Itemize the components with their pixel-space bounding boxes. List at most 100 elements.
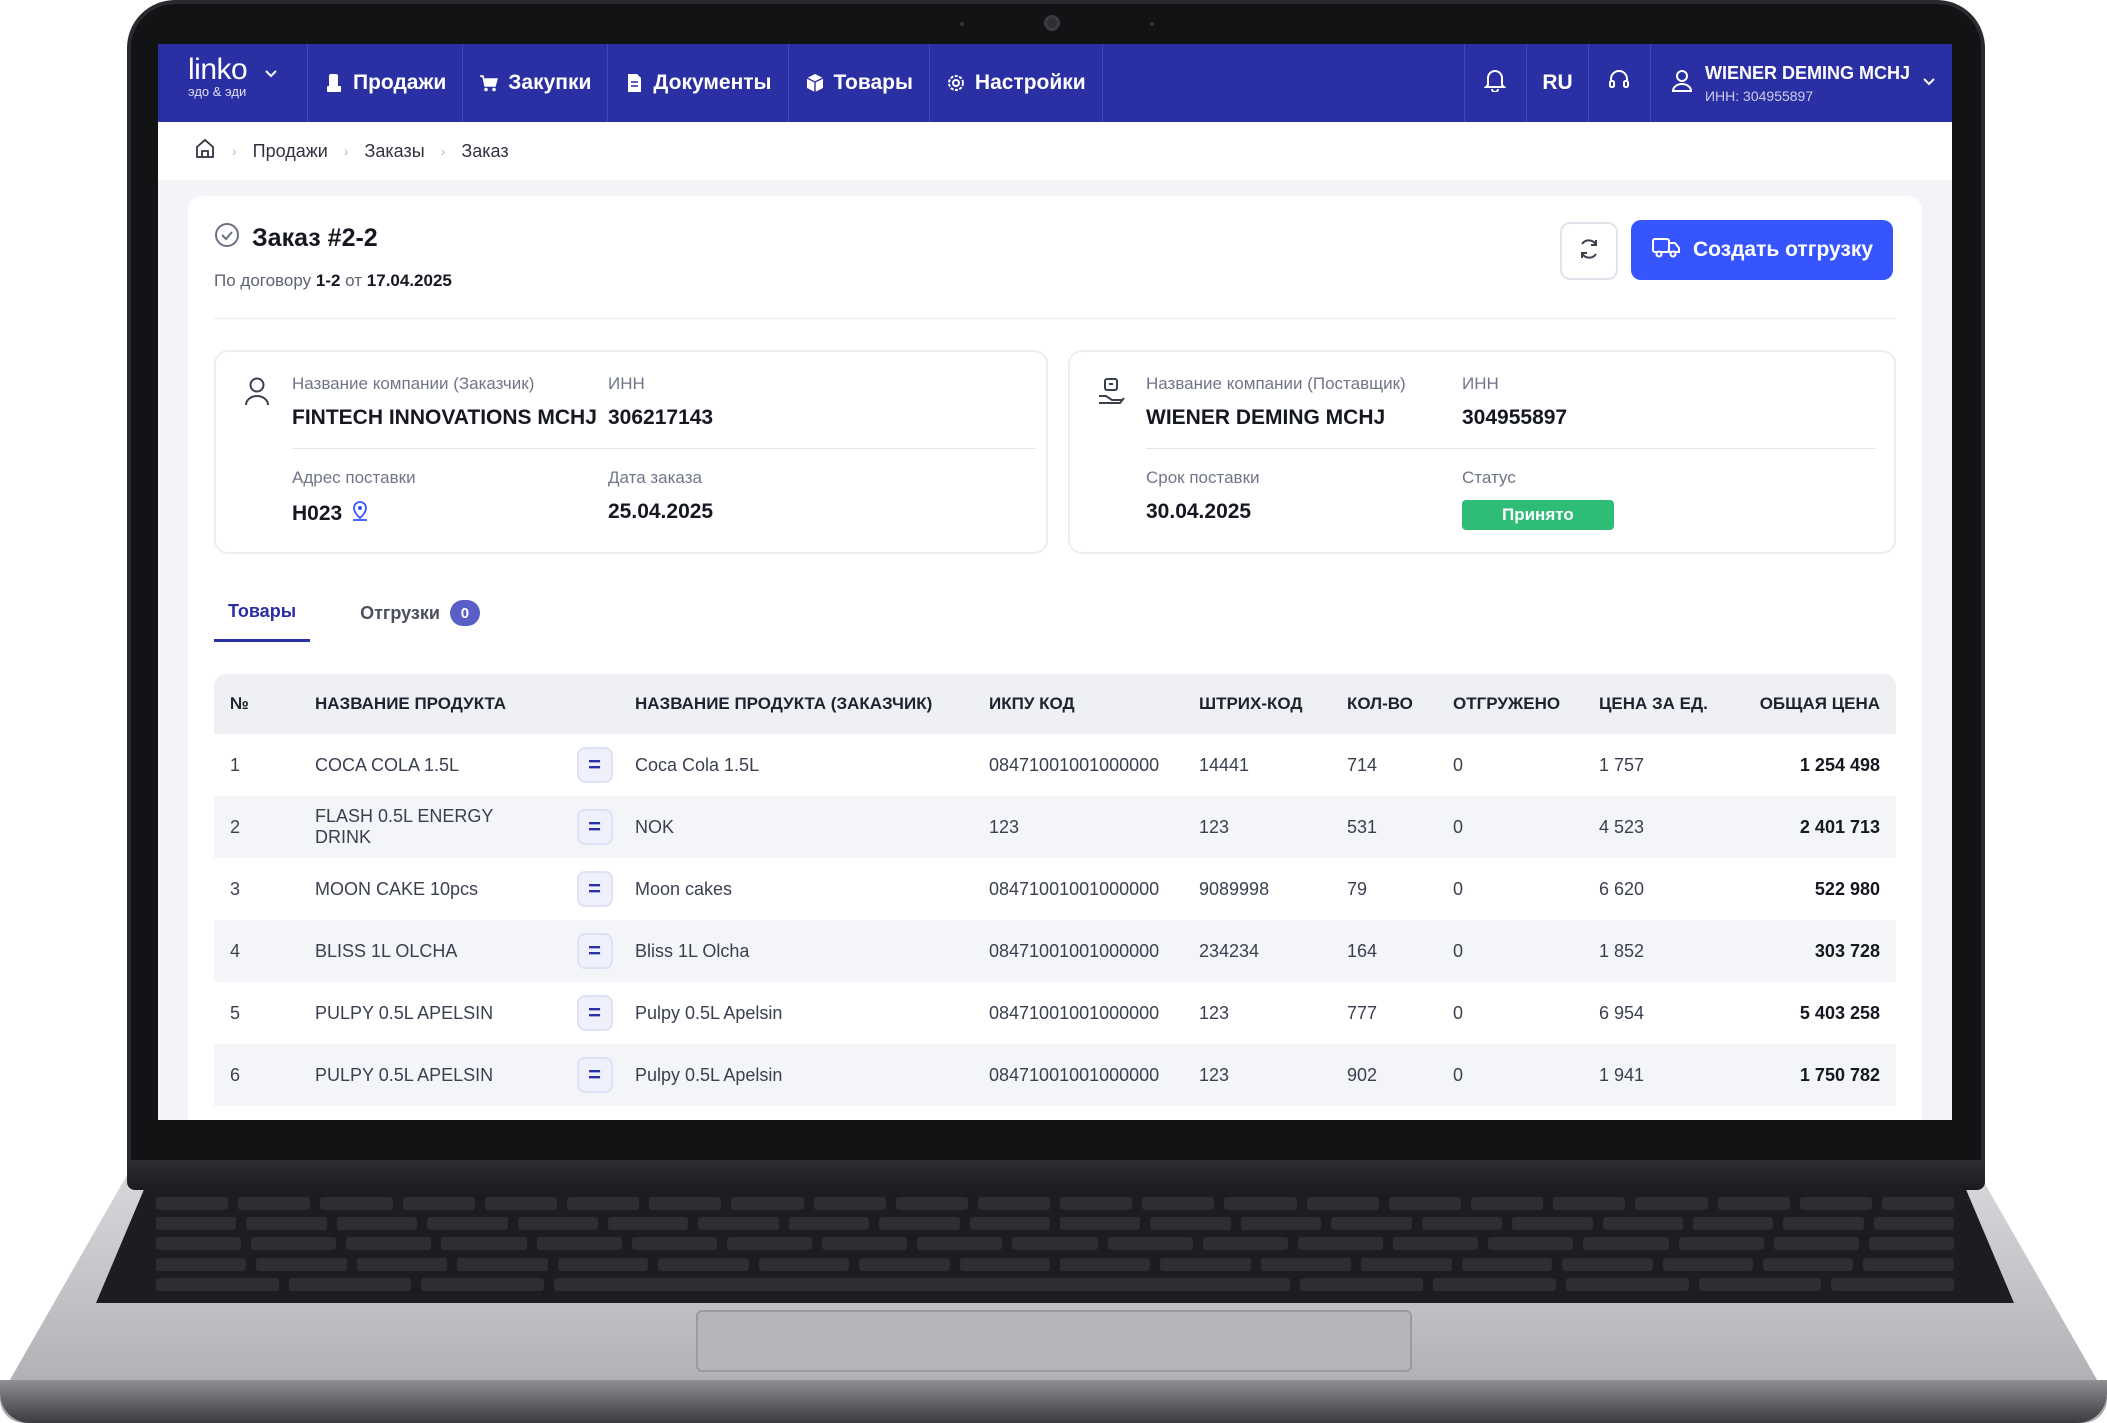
nav-item-label: Продажи [353, 71, 447, 94]
cell-shipped: 0 [1453, 1002, 1464, 1023]
cell-shipped: 0 [1453, 878, 1464, 899]
cell-customer-name: Bliss 1L Olcha [635, 940, 750, 961]
delivery-term: 30.04.2025 [1146, 500, 1252, 523]
table-row[interactable]: 6 PULPY 0.5L APELSIN = Pulpy 0.5L Apelsi… [214, 1044, 1896, 1106]
supplier-info: Название компании (Поставщик) WIENER DEM… [1068, 350, 1896, 554]
nav-item-goods[interactable]: Товары [789, 44, 930, 122]
map-pin-icon[interactable] [350, 500, 370, 528]
status-badge: Принято [1462, 500, 1614, 530]
equals-match-icon[interactable]: = [576, 747, 613, 783]
cell-ikpu: 08471001001000000 [989, 1002, 1160, 1023]
chevron-down-icon [264, 66, 278, 84]
cell-name: MOON CAKE 10pcs [315, 878, 479, 899]
user-menu[interactable]: WIENER DEMING MCHJ ИНН: 304955897 [1649, 44, 1952, 122]
breadcrumb-orders[interactable]: Заказы [365, 141, 425, 162]
products-table: № НАЗВАНИЕ ПРОДУКТА НАЗВАНИЕ ПРОДУКТА (З… [214, 674, 1896, 1106]
nav-item-sales[interactable]: Продажи [308, 44, 464, 122]
delivery-address-field: Адрес поставки H023 [292, 468, 416, 528]
tabs: Товары Отгрузки 0 [214, 594, 494, 642]
cell-barcode: 123 [1199, 1002, 1230, 1023]
nav-item-documents[interactable]: Документы [608, 44, 789, 122]
cell-customer-name: Pulpy 0.5L Apelsin [635, 1002, 783, 1023]
chevron-right-icon: › [440, 143, 446, 159]
nav-item-settings[interactable]: Настройки [930, 44, 1103, 122]
column-header-barcode: ШТРИХ-КОД [1199, 694, 1303, 713]
sensor-dot [1150, 22, 1154, 26]
table-row[interactable]: 3 MOON CAKE 10pcs = Moon cakes 084710010… [214, 858, 1896, 920]
headset-icon [1607, 68, 1631, 98]
check-circle-icon [214, 222, 240, 255]
trackpad [696, 1310, 1412, 1372]
cell-shipped: 0 [1453, 754, 1464, 775]
cell-ikpu: 08471001001000000 [989, 878, 1160, 899]
equals-match-icon[interactable]: = [576, 1057, 613, 1093]
status-field: Статус Принято [1462, 468, 1614, 530]
column-header-qty: КОЛ-ВО [1347, 694, 1413, 713]
field-label: Дата заказа [608, 468, 702, 487]
table-row[interactable]: 5 PULPY 0.5L APELSIN = Pulpy 0.5L Apelsi… [214, 982, 1896, 1044]
refresh-button[interactable] [1560, 222, 1618, 280]
table-row[interactable]: 4 BLISS 1L OLCHA = Bliss 1L Olcha 084710… [214, 920, 1896, 982]
cell-barcode: 9089998 [1199, 878, 1270, 899]
notifications-button[interactable] [1463, 44, 1526, 122]
cell-ikpu: 08471001001000000 [989, 754, 1160, 775]
chevron-right-icon: › [343, 143, 349, 159]
cell-no: 3 [230, 878, 241, 899]
cell-shipped: 0 [1453, 816, 1464, 837]
brand-subtitle: эдо & эди [188, 84, 247, 99]
nav-item-purchases[interactable]: Закупки [463, 44, 609, 122]
brand-logo[interactable]: linko эдо & эди [158, 44, 308, 122]
user-icon [242, 376, 272, 413]
cell-qty: 79 [1347, 878, 1368, 899]
cell-no: 6 [230, 1064, 241, 1085]
sensor-dot [960, 22, 964, 26]
table-row[interactable]: 2 FLASH 0.5L ENERGY DRINK = NOK 123 123 … [214, 796, 1896, 858]
page-title: Заказ #2-2 [214, 222, 452, 255]
sales-icon [324, 73, 344, 93]
create-shipment-button[interactable]: Создать отгрузку [1631, 220, 1893, 280]
customer-info: Название компании (Заказчик) FINTECH INN… [214, 350, 1048, 554]
laptop-base-edge [0, 1380, 2107, 1423]
screen: linko эдо & эди Продажи Закупки Документ… [158, 44, 1952, 1120]
supplier-inn: 304955897 [1462, 406, 1568, 429]
field-label: Название компании (Поставщик) [1146, 374, 1406, 393]
cell-total: 5 403 258 [1799, 1002, 1880, 1023]
home-icon[interactable] [194, 138, 216, 165]
support-button[interactable] [1587, 44, 1650, 122]
cell-no: 5 [230, 1002, 241, 1023]
order-card: Заказ #2-2 По договору 1-2 от 17.04.2025 [188, 196, 1922, 1120]
cell-total: 1 750 782 [1799, 1064, 1880, 1085]
cell-total: 522 980 [1814, 878, 1880, 899]
cell-total: 1 254 498 [1799, 754, 1880, 775]
table-row[interactable]: 1 COCA COLA 1.5L = Coca Cola 1.5L 084710… [214, 734, 1896, 796]
cell-customer-name: Moon cakes [635, 878, 733, 899]
order-header: Заказ #2-2 По договору 1-2 от 17.04.2025 [214, 222, 452, 291]
refresh-icon [1576, 236, 1602, 267]
equals-match-icon[interactable]: = [576, 995, 613, 1031]
equals-match-icon[interactable]: = [576, 871, 613, 907]
create-shipment-label: Создать отгрузку [1692, 238, 1874, 261]
tab-shipments[interactable]: Отгрузки 0 [346, 594, 494, 642]
user-icon [1671, 69, 1693, 98]
cell-no: 2 [230, 816, 241, 837]
column-header-no: № [230, 694, 249, 713]
cell-qty: 777 [1347, 1002, 1378, 1023]
customer-inn: 306217143 [608, 406, 714, 429]
language-button[interactable]: RU [1525, 44, 1588, 122]
tab-goods[interactable]: Товары [214, 594, 311, 642]
cell-name: BLISS 1L OLCHA [315, 940, 458, 961]
language-label: RU [1542, 71, 1573, 94]
contract-line: По договору 1-2 от 17.04.2025 [214, 271, 452, 291]
cart-icon [479, 73, 499, 93]
field-label: Срок поставки [1146, 468, 1260, 487]
breadcrumb-sales[interactable]: Продажи [253, 141, 328, 162]
contract-number: 1-2 [315, 271, 341, 290]
equals-match-icon[interactable]: = [576, 809, 613, 845]
cell-qty: 531 [1347, 816, 1378, 837]
contract-date: 17.04.2025 [366, 271, 452, 290]
cell-barcode: 123 [1199, 1064, 1230, 1085]
equals-match-icon[interactable]: = [576, 933, 613, 969]
nav-item-label: Настройки [974, 71, 1086, 94]
brand-name: linko [188, 53, 248, 86]
box-icon [805, 73, 825, 93]
